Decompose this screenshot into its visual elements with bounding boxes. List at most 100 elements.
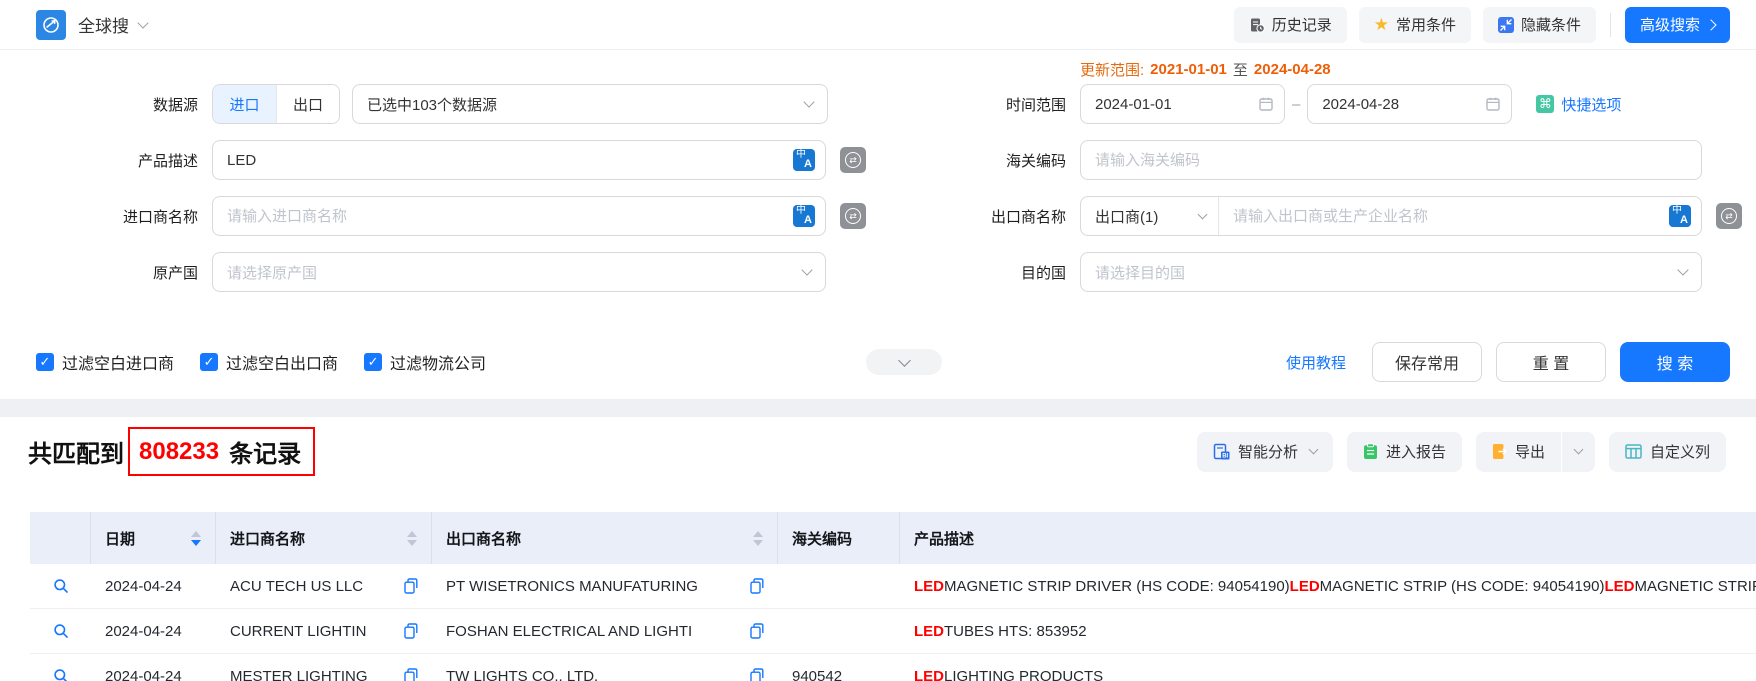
end-date-input[interactable]: 2024-04-28 [1307,84,1512,124]
hs-code-input[interactable] [1081,152,1701,169]
app-logo-icon [36,10,66,40]
export-split-button: 导出 [1476,432,1595,472]
checkbox-filter-blank-exporter[interactable]: ✓ 过滤空白出口商 [200,350,338,374]
data-source-select[interactable]: 已选中103个数据源 [352,84,828,124]
report-icon [1363,443,1378,460]
hide-conditions-button[interactable]: 隐藏条件 [1483,7,1596,43]
sort-icon[interactable] [181,531,201,546]
enter-report-button[interactable]: 进入报告 [1347,432,1462,472]
row-action-cell[interactable] [30,564,91,608]
match-mode-icon[interactable]: ⇄ [840,203,866,229]
chevron-down-icon [1574,445,1584,455]
command-icon: ⌘ [1536,95,1554,113]
importer-input[interactable] [213,208,787,225]
translate-icon[interactable]: 中A [1669,205,1691,227]
start-date-input[interactable]: 2024-01-01 [1080,84,1285,124]
row-action-cell[interactable] [30,609,91,653]
filter-section: 数据源 进口 出口 已选中103个数据源 产品描述 中A ⇄ [0,50,1756,382]
row-search-icon[interactable] [53,668,69,681]
collapse-icon [1498,17,1514,33]
description-text: LIGHTING PRODUCTS [944,668,1103,681]
result-count-suffix: 条记录 [229,434,301,469]
row-search-icon[interactable] [53,623,69,639]
keyword-highlight: LED [914,578,944,595]
chevron-down-icon [1309,445,1319,455]
translate-icon[interactable]: 中A [793,149,815,171]
sort-icon[interactable] [397,531,417,546]
exporter-type-select[interactable]: 出口商(1) [1081,197,1219,235]
expand-more-filters-button[interactable] [866,349,942,375]
chevron-down-icon [1198,209,1208,219]
import-tab[interactable]: 进口 [213,85,276,123]
star-icon: ★ [1374,16,1389,33]
bi-analysis-icon: BI [1213,443,1230,461]
calendar-icon [1258,96,1274,112]
svg-text:BI: BI [1222,453,1228,459]
custom-columns-button[interactable]: 自定义列 [1609,432,1726,472]
columns-icon [1625,444,1642,459]
dest-country-label: 目的国 [900,262,1080,283]
time-range-row: 时间范围 2024-01-01 – 2024-04-28 ⌘ 快捷选项 [900,84,1742,124]
translate-icon[interactable]: 中A [793,205,815,227]
row-action-cell[interactable] [30,654,91,681]
checkbox-filter-blank-importer[interactable]: ✓ 过滤空白进口商 [36,350,174,374]
table-header-row: 日期进口商名称出口商名称海关编码产品描述 [30,512,1756,564]
checkbox-checked-icon: ✓ [364,353,382,371]
sort-icon[interactable] [743,531,763,546]
exporter-input[interactable] [1219,208,1663,225]
description-text: TUBES HTS: 853952 [944,623,1087,640]
smart-analysis-button[interactable]: BI 智能分析 [1197,432,1333,472]
description-text: MAGNETIC STRIP (HS CODE: 94054190) [1320,578,1605,595]
results-table: 日期进口商名称出口商名称海关编码产品描述 2024-04-24ACU TECH … [30,512,1756,681]
copy-icon[interactable] [396,623,418,639]
search-button[interactable]: 搜 索 [1620,342,1730,382]
date-range-dash: – [1292,96,1300,113]
copy-icon[interactable] [396,578,418,594]
chevron-down-icon [801,264,812,275]
table-body: 2024-04-24ACU TECH US LLCPT WISETRONICS … [30,564,1756,681]
match-mode-icon[interactable]: ⇄ [840,147,866,173]
table-row[interactable]: 2024-04-24MESTER LIGHTINGTW LIGHTS CO., … [30,654,1756,681]
origin-country-select[interactable]: 请选择原产国 [212,252,826,292]
origin-country-row: 原产国 请选择原产国 [0,252,900,292]
column-label: 产品描述 [914,528,974,549]
import-export-segmented: 进口 出口 [212,84,340,124]
keyword-highlight: LED [914,623,944,640]
cell-importer: ACU TECH US LLC [216,564,432,608]
exporter-name: FOSHAN ELECTRICAL AND LIGHTI [446,623,692,640]
export-button[interactable]: 导出 [1476,432,1561,472]
chevron-down-icon [803,96,814,107]
dest-country-select[interactable]: 请选择目的国 [1080,252,1702,292]
copy-icon[interactable] [742,578,764,594]
table-row[interactable]: 2024-04-24CURRENT LIGHTINFOSHAN ELECTRIC… [30,609,1756,654]
export-dropdown-button[interactable] [1562,432,1595,472]
match-mode-icon[interactable]: ⇄ [1716,203,1742,229]
copy-icon[interactable] [742,668,764,681]
column-header-importer[interactable]: 进口商名称 [216,512,432,564]
app-switch-chevron-icon[interactable] [137,17,148,28]
favorites-button[interactable]: ★ 常用条件 [1359,7,1471,43]
hs-code-label: 海关编码 [900,150,1080,171]
column-header-description: 产品描述 [900,512,1756,564]
table-row[interactable]: 2024-04-24ACU TECH US LLCPT WISETRONICS … [30,564,1756,609]
checkbox-filter-logistics[interactable]: ✓ 过滤物流公司 [364,350,486,374]
column-header-hs_code: 海关编码 [778,512,900,564]
copy-icon[interactable] [396,668,418,681]
save-favorite-button[interactable]: 保存常用 [1372,342,1482,382]
row-search-icon[interactable] [53,578,69,594]
column-header-exporter[interactable]: 出口商名称 [432,512,778,564]
reset-button[interactable]: 重 置 [1496,342,1606,382]
origin-country-label: 原产国 [0,262,212,283]
product-desc-input[interactable] [213,152,787,169]
quick-options-button[interactable]: ⌘ 快捷选项 [1536,94,1621,115]
cell-hs-code: 940542 [778,654,900,681]
advanced-search-button[interactable]: 高级搜索 [1625,7,1730,43]
time-range-label: 时间范围 [900,94,1080,115]
data-source-label: 数据源 [0,94,212,115]
cell-exporter: FOSHAN ELECTRICAL AND LIGHTI [432,609,778,653]
tutorial-link[interactable]: 使用教程 [1286,352,1346,373]
column-header-date[interactable]: 日期 [91,512,216,564]
export-tab[interactable]: 出口 [276,85,339,123]
history-button[interactable]: 历史记录 [1234,7,1347,43]
copy-icon[interactable] [742,623,764,639]
